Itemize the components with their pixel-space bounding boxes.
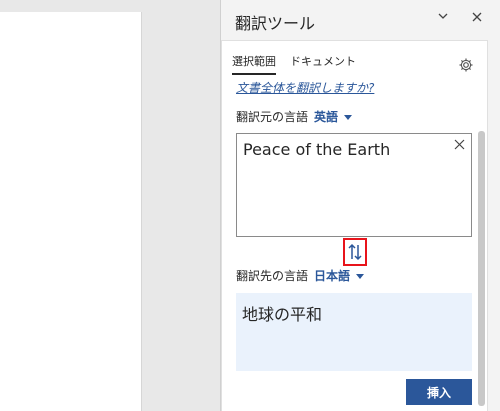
tab-strip: 選択範囲 ドキュメント xyxy=(232,53,356,75)
pane-title: 翻訳ツール xyxy=(235,14,316,33)
chevron-down-icon xyxy=(438,13,448,19)
document-area xyxy=(0,0,220,411)
source-text-input[interactable]: Peace of the Earth xyxy=(236,133,472,237)
clear-text-button[interactable] xyxy=(454,138,465,154)
source-language-value: 英語 xyxy=(314,110,339,124)
target-language-row: 翻訳先の言語 日本語 xyxy=(236,267,365,284)
translator-card: 選択範囲 ドキュメント 文書全体を翻訳しますか? 翻訳元の言語 英語 Peace… xyxy=(221,40,488,411)
insert-button[interactable]: 挿入 xyxy=(406,379,472,405)
gear-icon xyxy=(459,58,473,72)
target-language-value: 日本語 xyxy=(314,269,351,283)
source-language-label: 翻訳元の言語 xyxy=(236,110,309,124)
pane-scrollbar[interactable] xyxy=(478,131,485,406)
document-page[interactable] xyxy=(0,12,142,411)
pane-options-button[interactable] xyxy=(433,8,453,28)
source-language-row: 翻訳元の言語 英語 xyxy=(236,108,353,125)
close-icon xyxy=(472,12,482,22)
settings-button[interactable] xyxy=(458,57,474,73)
translate-document-link[interactable]: 文書全体を翻訳しますか? xyxy=(236,79,374,96)
swap-languages-button[interactable] xyxy=(343,238,367,266)
translator-pane: 翻訳ツール 選択範囲 ドキュメント 文書全体を翻訳しますか? 翻訳元の言語 英語 xyxy=(220,0,500,411)
caret-down-icon xyxy=(344,115,353,120)
source-language-dropdown[interactable]: 英語 xyxy=(314,108,353,125)
translated-text: 地球の平和 xyxy=(242,305,323,324)
caret-down-icon xyxy=(356,274,365,279)
tab-selection[interactable]: 選択範囲 xyxy=(232,53,276,75)
tab-document[interactable]: ドキュメント xyxy=(290,53,356,75)
swap-arrows-icon xyxy=(348,243,362,261)
target-language-label: 翻訳先の言語 xyxy=(236,269,309,283)
pane-close-button[interactable] xyxy=(467,8,487,28)
source-text: Peace of the Earth xyxy=(243,140,391,159)
target-language-dropdown[interactable]: 日本語 xyxy=(314,267,365,284)
translation-output: 地球の平和 xyxy=(236,293,472,371)
close-icon xyxy=(454,139,465,150)
